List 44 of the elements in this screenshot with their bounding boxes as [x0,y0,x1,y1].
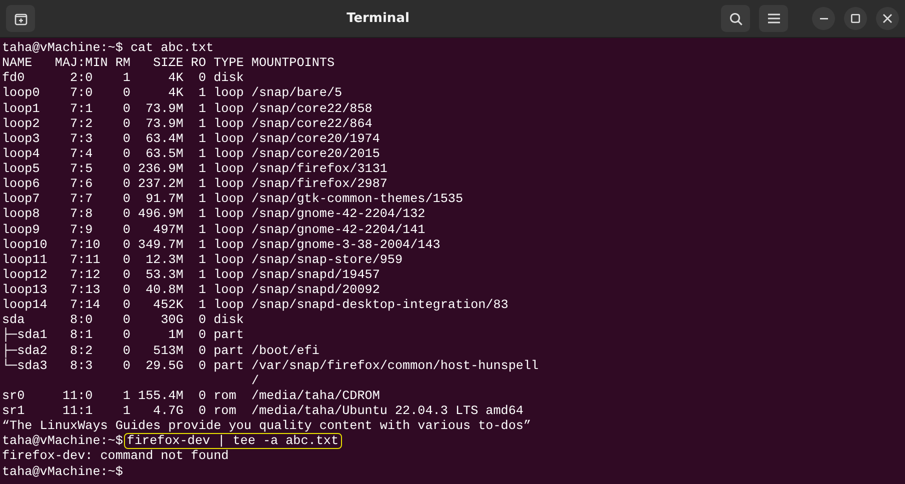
highlighted-command: firefox-dev | tee -a abc.txt [124,433,342,450]
output-line: sr0 11:0 1 155.4M 0 rom /media/taha/CDROM [2,388,380,403]
output-line: ├─sda1 8:1 0 1M 0 part [2,328,244,342]
menu-icon [768,13,780,24]
output-line: sr1 11:1 1 4.7G 0 rom /media/taha/Ubuntu 22.04.3 LTS amd64 [2,404,524,418]
minimize-icon [820,18,828,20]
output-line: “The LinuxWays Guides provide you quality content with various to-dos” [2,419,532,434]
minimize-button[interactable] [812,7,835,30]
close-icon [883,14,892,23]
output-line: └─sda3 8:3 0 29.5G 0 part /var/snap/firefox/common/host-hunspell [2,358,539,373]
window-title: Terminal [346,11,410,26]
output-line: loop2 7:2 0 73.9M 1 loop /snap/core22/864 [2,116,372,131]
prompt-text: taha@vMachine:~$ [2,41,123,55]
search-button[interactable] [721,5,750,32]
search-icon [728,12,742,26]
output-line: fd0 2:0 1 4K 0 disk [2,71,244,86]
output-line: loop9 7:9 0 497M 1 loop /snap/gnome-42-2204/141 [2,222,426,236]
output-line: ├─sda2 8:2 0 513M 0 part /boot/efi [2,344,320,358]
output-line: loop6 7:6 0 237.2M 1 loop /snap/firefox/2987 [2,177,388,192]
close-button[interactable] [876,7,899,30]
prompt-text: taha@vMachine:~$ [2,464,123,478]
output-line: loop12 7:12 0 53.3M 1 loop /snap/snapd/19457 [2,268,380,282]
output-line: loop0 7:0 0 4K 1 loop /snap/bare/5 [2,86,342,100]
output-line: / [250,374,259,388]
output-line: loop11 7:11 0 12.3M 1 loop /snap/snap-store/959 [2,252,403,267]
maximize-button[interactable] [844,7,867,30]
output-line: loop13 7:13 0 40.8M 1 loop /snap/snapd/20092 [2,283,380,297]
prompt-text: taha@vMachine:~$ [2,434,123,448]
maximize-icon [851,14,860,23]
output-line: NAME MAJ:MIN RM SIZE RO TYPE MOUNTPOINTS [2,56,335,70]
output-line: loop3 7:3 0 63.4M 1 loop /snap/core20/1974 [2,132,380,146]
command-text: cat abc.txt [130,41,214,55]
output-line: loop8 7:8 0 496.9M 1 loop /snap/gnome-42-2204/132 [2,207,426,222]
new-tab-icon [14,12,28,26]
output-line: loop4 7:4 0 63.5M 1 loop /snap/core20/2015 [2,146,380,161]
output-line: loop1 7:1 0 73.9M 1 loop /snap/core22/858 [2,102,372,116]
new-tab-button[interactable] [6,5,35,32]
menu-button[interactable] [759,5,788,32]
output-line: sda 8:0 0 30G 0 disk [2,313,244,328]
output-line: loop7 7:7 0 91.7M 1 loop /snap/gtk-common-themes/1535 [2,192,464,206]
output-line: firefox-dev: command not found [2,449,229,464]
output-line: loop10 7:10 0 349.7M 1 loop /snap/gnome-3-38-2004/143 [2,238,440,252]
output-line: loop5 7:5 0 236.9M 1 loop /snap/firefox/3131 [2,162,388,176]
output-line: loop14 7:14 0 452K 1 loop /snap/snapd-desktop-integration/83 [2,298,508,312]
